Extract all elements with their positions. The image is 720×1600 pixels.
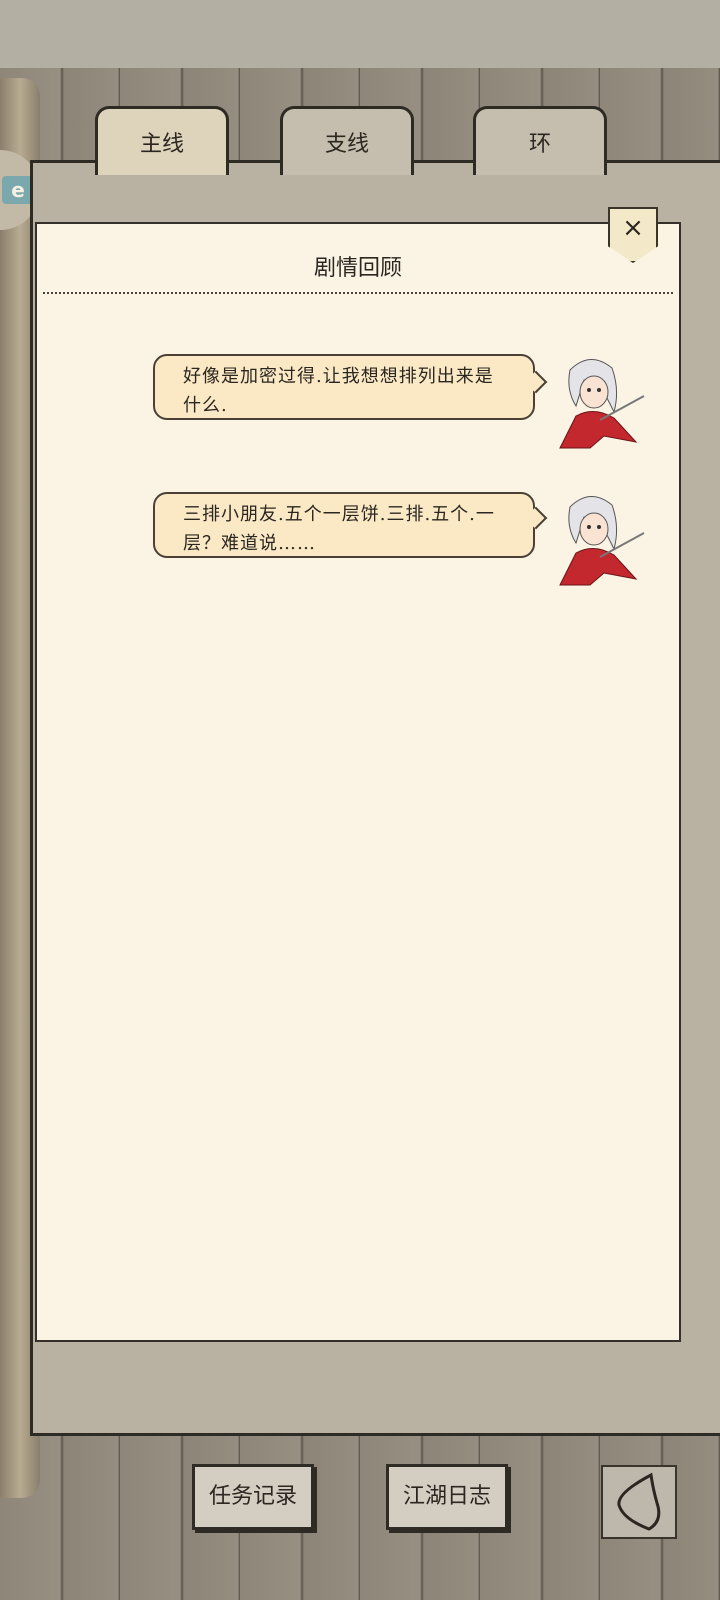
dialogue-bubble: 三排小朋友.五个一层饼.三排.五个.一 层？难道说……: [153, 492, 535, 558]
tab-main-quest[interactable]: 主线: [95, 106, 229, 175]
panel-title: 剧情回顾: [313, 256, 402, 281]
dialogue-line: 层？难道说……: [183, 533, 316, 554]
title-divider: [43, 292, 673, 294]
dialogue-line: 好像是加密过得.让我想想排列出来是: [183, 366, 494, 387]
dialogue-line: 什么.: [183, 395, 228, 416]
status-bar: [0, 0, 720, 68]
character-avatar: [559, 496, 645, 586]
tab-ring-quest[interactable]: 环: [473, 106, 607, 175]
character-avatar: [559, 359, 645, 449]
back-arrow-icon: [617, 1472, 661, 1531]
dialogue-line: 三排小朋友.五个一层饼.三排.五个.一: [183, 504, 495, 525]
task-record-button[interactable]: 任务记录: [192, 1464, 314, 1530]
dialogue-bubble: 好像是加密过得.让我想想排列出来是 什么.: [153, 354, 535, 420]
tab-side-quest[interactable]: 支线: [280, 106, 414, 175]
back-button[interactable]: [601, 1465, 677, 1539]
close-icon: ×: [622, 213, 644, 243]
jianghu-log-button[interactable]: 江湖日志: [386, 1464, 508, 1530]
